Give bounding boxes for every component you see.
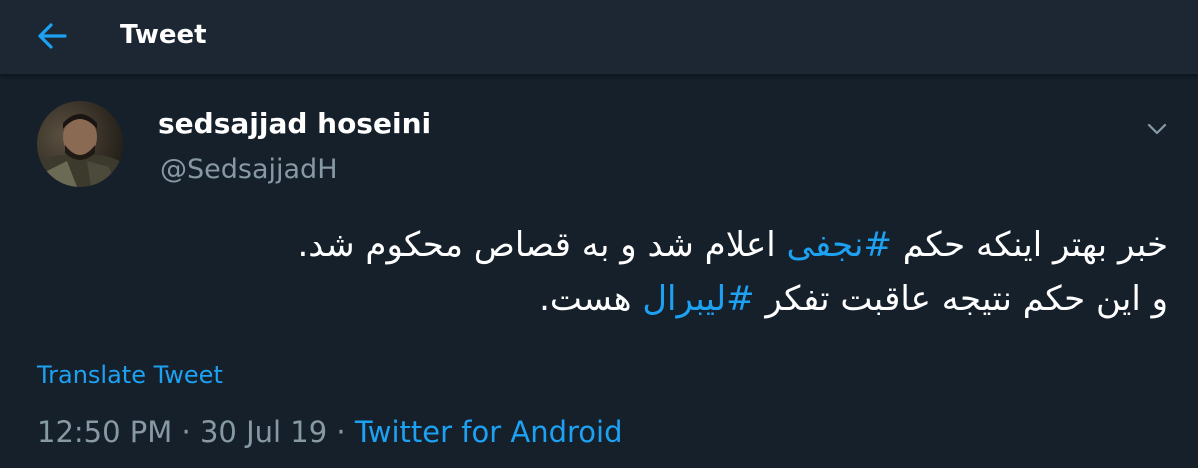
tweet-text-segment: و این حکم نتیجه عاقبت تفکر <box>754 279 1168 319</box>
translate-tweet-link[interactable]: Translate Tweet <box>37 358 223 392</box>
top-app-bar: Tweet <box>0 0 1198 75</box>
tweet-line: و این حکم نتیجه عاقبت تفکر #لیبرال هست. <box>300 272 1168 326</box>
chevron-down-icon <box>1147 123 1167 135</box>
meta-separator: · <box>181 415 191 449</box>
tweet-text: خبر بهتر اینکه حکم #نجفی اعلام شد و به ق… <box>297 218 1168 326</box>
profile-photo <box>37 101 123 187</box>
tweet-time: 12:50 PM <box>37 415 173 449</box>
author-handle[interactable]: @SedsajjadH <box>160 152 338 188</box>
tweet-source-link[interactable]: Twitter for Android <box>355 415 623 449</box>
tweet-options-button[interactable] <box>1140 112 1174 146</box>
back-button[interactable] <box>30 16 74 56</box>
author-display-name[interactable]: sedsajjad hoseini <box>158 106 431 142</box>
hashtag-link[interactable]: #لیبرال <box>642 279 754 319</box>
tweet-text-segment: خبر بهتر اینکه حکم <box>891 225 1168 265</box>
tweet-date: 30 Jul 19 <box>199 415 328 449</box>
avatar[interactable] <box>37 101 123 187</box>
meta-separator: · <box>336 415 346 449</box>
page-title: Tweet <box>120 20 207 50</box>
tweet-line: خبر بهتر اینکه حکم #نجفی اعلام شد و به ق… <box>297 218 1168 272</box>
tweet-text-segment: اعلام شد و به قصاص محکوم شد. <box>297 225 787 265</box>
hashtag-link[interactable]: #نجفی <box>787 225 892 265</box>
tweet-metadata: 12:50 PM · 30 Jul 19 · Twitter for Andro… <box>37 413 623 451</box>
arrow-left-icon <box>38 23 67 49</box>
tweet-text-segment: هست. <box>539 279 643 319</box>
